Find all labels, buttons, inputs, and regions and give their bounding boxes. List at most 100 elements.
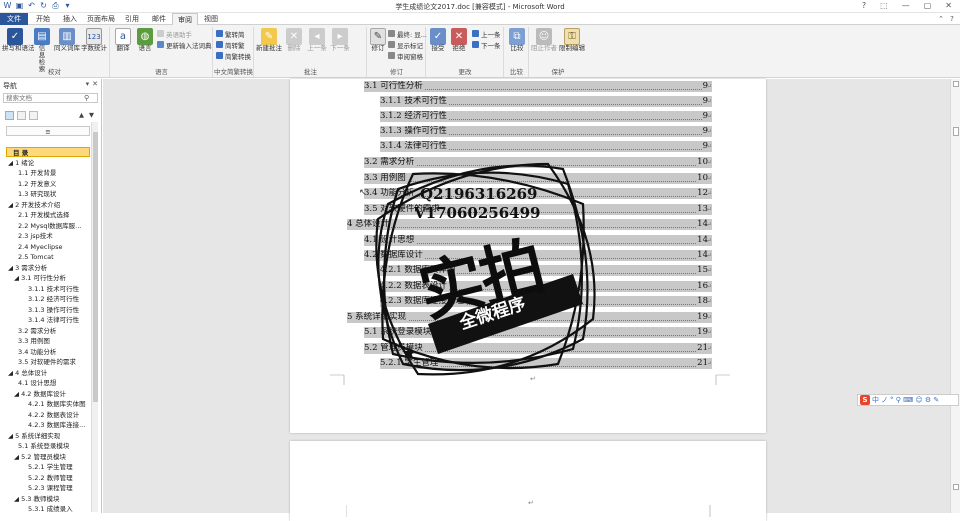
help-circle-icon[interactable]: ?	[948, 15, 956, 23]
word-count-button[interactable]: 123 字数统计	[81, 27, 107, 52]
translate-button[interactable]: a 翻译	[112, 27, 134, 52]
toc-entry[interactable]: 3.1.1 技术可行性 9 ↵	[380, 96, 712, 107]
tree-item[interactable]: 3.5 对软硬件的需求	[6, 357, 90, 367]
next-comment-button[interactable]: ▸ 下一条	[328, 27, 352, 52]
close-button[interactable]: ✕	[945, 1, 952, 11]
ribbon-minimize-icon[interactable]: ⌃	[937, 15, 945, 23]
accept-button[interactable]: ✓ 接受	[427, 27, 449, 52]
tree-item[interactable]: ◢ 5.3 教师模块	[6, 494, 90, 504]
simp-to-trad-button[interactable]: 简转繁	[216, 40, 245, 50]
tree-item[interactable]: 4.2.3 数据库连接...	[6, 420, 90, 430]
tree-item[interactable]: 3.1.3 操作可行性	[6, 305, 90, 315]
results-view-icon[interactable]	[29, 111, 38, 120]
compare-button[interactable]: ⧉ 比较	[505, 27, 529, 52]
ruler-toggle-icon[interactable]	[953, 81, 959, 87]
toc-entry[interactable]: 3.1.2 经济可行性 9 ↵	[380, 111, 712, 122]
tree-item[interactable]: 3.4 功能分析	[6, 347, 90, 357]
tree-item-selected[interactable]: 目 录	[6, 147, 90, 157]
toc-entry[interactable]: 3.1 可行性分析 9 ↵	[364, 81, 712, 92]
tree-item[interactable]: 1.2 开发意义	[6, 179, 90, 189]
scroll-thumb[interactable]	[953, 127, 959, 136]
prev-change-button[interactable]: 上一条	[472, 29, 501, 39]
tab-home[interactable]: 开始	[30, 13, 56, 25]
tree-item[interactable]: 5.2.3 课程管理	[6, 483, 90, 493]
nav-scroll-thumb[interactable]	[93, 132, 98, 402]
prev-comment-button[interactable]: ◂ 上一条	[305, 27, 329, 52]
maximize-button[interactable]: ▢	[924, 1, 932, 11]
reject-button[interactable]: ✕ 拒绝	[448, 27, 470, 52]
track-changes-button[interactable]: ✎ 修订	[368, 27, 388, 52]
tree-item[interactable]: 3.1.1 技术可行性	[6, 284, 90, 294]
english-assistant-button[interactable]: 英语助手	[157, 29, 192, 39]
delete-comment-button[interactable]: ✕ 删除	[282, 27, 306, 52]
tab-view[interactable]: 视图	[199, 13, 223, 25]
tree-item[interactable]: ◢ 4.2 数据库设计	[6, 389, 90, 399]
ribbon-display-icon[interactable]: ⬚	[880, 1, 888, 11]
tree-item[interactable]: ◢ 4 总体设计	[6, 368, 90, 378]
tree-item[interactable]: 2.4 Myeclipse	[6, 242, 90, 252]
tree-item[interactable]: 5.3.1 成绩录入	[6, 504, 90, 512]
nav-options-icon[interactable]: ▾	[86, 80, 90, 89]
tree-item[interactable]: 4.1 设计思想	[6, 378, 90, 388]
tree-item[interactable]: 3.2 需求分析	[6, 326, 90, 336]
tree-item[interactable]: 3.1.2 经济可行性	[6, 294, 90, 304]
track-changes-icon: ✎	[370, 28, 386, 45]
tree-item[interactable]: 4.2.2 数据表设计	[6, 410, 90, 420]
mouse-cursor-icon: ↖	[359, 188, 367, 198]
update-ime-button[interactable]: 更新输入法词典	[157, 40, 212, 50]
ime-tools-icons[interactable]: ° ⚲ ⌨ ☺ ⚙ ✎	[890, 395, 939, 405]
headings-view-icon[interactable]	[5, 111, 14, 120]
tree-item[interactable]: ≡	[6, 126, 90, 136]
tree-item[interactable]: 5.1 系统登录模块	[6, 441, 90, 451]
tree-item[interactable]: 5.2.1 学生管理	[6, 462, 90, 472]
reviewing-pane-dropdown[interactable]: 审阅窗格	[388, 51, 423, 61]
help-icon[interactable]: ?	[862, 1, 866, 11]
tab-mailings[interactable]: 邮件	[146, 13, 172, 25]
tree-item[interactable]: ◢ 2 开发技术介绍	[6, 200, 90, 210]
minimize-button[interactable]: —	[902, 1, 910, 11]
tree-item[interactable]: ◢ 5.2 管理员模块	[6, 452, 90, 462]
nav-prev-icon[interactable]: ▲	[79, 111, 84, 119]
tree-item[interactable]: ◢ 5 系统详细实现	[6, 431, 90, 441]
tree-item[interactable]: 2.1 开发模式选择	[6, 210, 90, 220]
tree-item[interactable]: 5.2.2 教师管理	[6, 473, 90, 483]
pages-view-icon[interactable]	[17, 111, 26, 120]
trad-to-simp-button[interactable]: 繁转简	[216, 29, 245, 39]
nav-next-icon[interactable]: ▼	[89, 111, 94, 119]
next-change-button[interactable]: 下一条	[472, 40, 501, 50]
display-for-review-dropdown[interactable]: 最终: 显...	[388, 29, 427, 39]
search-icon[interactable]: ⚲	[84, 94, 89, 102]
sogou-logo-icon[interactable]: S	[860, 395, 870, 405]
toc-entry[interactable]: 3.1.3 操作可行性 9 ↵	[380, 126, 712, 137]
tab-file[interactable]: 文件	[0, 13, 28, 25]
tree-item[interactable]: 2.2 Mysql数据库服...	[6, 221, 90, 231]
nav-scrollbar[interactable]	[91, 122, 98, 512]
tab-insert[interactable]: 插入	[57, 13, 83, 25]
language-button[interactable]: ◍ 语言	[134, 27, 156, 52]
tree-item[interactable]: 3.3 用例图	[6, 336, 90, 346]
tree-item[interactable]: ◢ 1 绪论	[6, 158, 90, 168]
nav-close-icon[interactable]: ✕	[92, 80, 98, 89]
tree-item[interactable]: ◢ 3.1 可行性分析	[6, 273, 90, 283]
ime-mode-toggle[interactable]: 中	[872, 395, 879, 405]
tree-item[interactable]: ◢ 3 需求分析	[6, 263, 90, 273]
document-page-2[interactable]: ↵	[290, 441, 766, 521]
restrict-editing-button[interactable]: ⚿ 限制编辑	[558, 27, 586, 52]
tree-item[interactable]: 4.2.1 数据库实体图	[6, 399, 90, 409]
ime-punctuation-icon[interactable]: ノ	[881, 395, 888, 405]
tree-item[interactable]: 2.5 Tomcat	[6, 252, 90, 262]
block-authors-button[interactable]: ☺ 阻止作者	[530, 27, 558, 52]
tab-references[interactable]: 引用	[119, 13, 145, 25]
scroll-down-icon[interactable]	[953, 484, 959, 490]
tree-item[interactable]: 2.3 jsp技术	[6, 231, 90, 241]
new-comment-button[interactable]: ✎ 新建批注	[256, 27, 282, 52]
vertical-scrollbar[interactable]	[950, 79, 960, 513]
tree-item[interactable]: 1.3 研究现状	[6, 189, 90, 199]
tree-item[interactable]: 1.1 开发背景	[6, 168, 90, 178]
thesaurus-button[interactable]: ▥ 同义词库	[54, 27, 80, 52]
chinese-convert-button[interactable]: 简繁转换	[216, 51, 251, 61]
spell-check-button[interactable]: ✓ 拼写和语法	[2, 27, 35, 52]
tab-page-layout[interactable]: 页面布局	[84, 13, 118, 25]
show-markup-dropdown[interactable]: 显示标记	[388, 40, 423, 50]
tree-item[interactable]: 3.1.4 法律可行性	[6, 315, 90, 325]
